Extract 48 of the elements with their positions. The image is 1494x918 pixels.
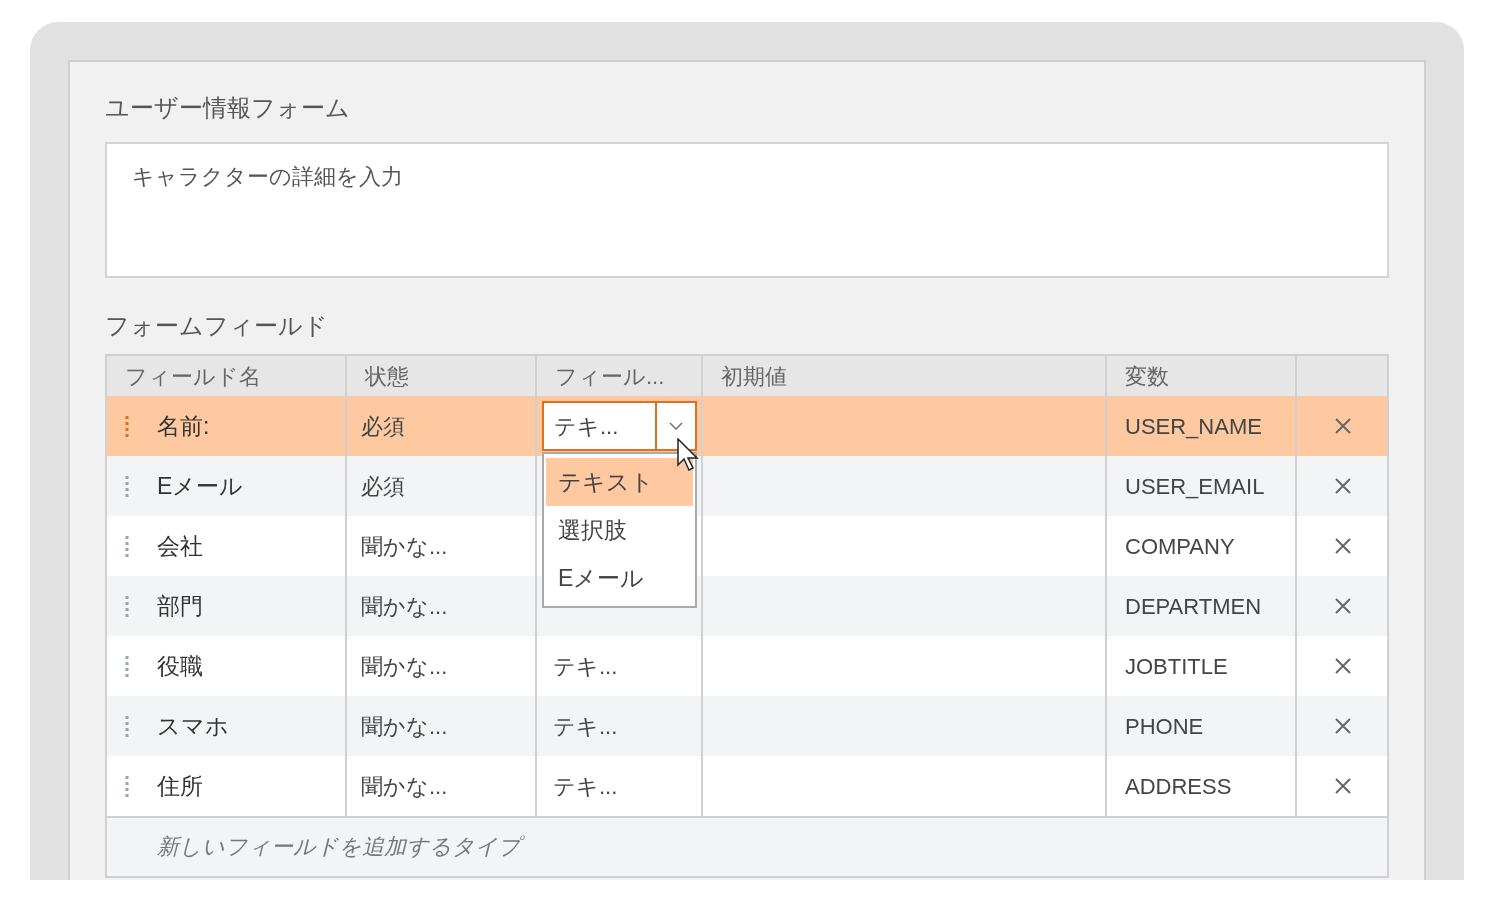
table-row[interactable]: スマホ 聞かな... テキ... PHONE: [107, 696, 1387, 756]
drag-handle-icon[interactable]: [125, 654, 129, 678]
column-header: 初期値: [721, 362, 787, 391]
status-text: 聞かな...: [361, 652, 448, 681]
variable-text: USER_EMAIL: [1125, 472, 1265, 501]
status-text: 必須: [361, 412, 405, 441]
column-header: 状態: [365, 362, 409, 391]
close-icon: [1335, 418, 1351, 434]
drag-handle-icon[interactable]: [125, 534, 129, 558]
field-name: 役職: [157, 651, 203, 681]
close-icon: [1335, 778, 1351, 794]
type-select[interactable]: テキ...: [542, 401, 697, 451]
drag-handle-icon[interactable]: [125, 474, 129, 498]
new-field-input[interactable]: 新しいフィールドを追加するタイプ: [107, 818, 1387, 876]
drag-handle-icon[interactable]: [125, 414, 129, 438]
drag-handle-icon[interactable]: [125, 774, 129, 798]
close-icon: [1335, 658, 1351, 674]
drag-handle-icon[interactable]: [125, 714, 129, 738]
status-text: 必須: [361, 472, 405, 501]
section-title: フォームフィールド: [105, 311, 329, 341]
type-text: テキ...: [553, 712, 618, 741]
field-name: 会社: [157, 531, 203, 561]
close-icon: [1335, 538, 1351, 554]
drag-handle-icon[interactable]: [125, 594, 129, 618]
dropdown-option[interactable]: テキスト: [546, 458, 693, 506]
variable-text: COMPANY: [1125, 532, 1235, 561]
field-name: 住所: [157, 771, 203, 801]
status-text: 聞かな...: [361, 772, 448, 801]
close-icon: [1335, 718, 1351, 734]
form-title: ユーザー情報フォーム: [105, 93, 351, 123]
status-text: 聞かな...: [361, 712, 448, 741]
variable-text: PHONE: [1125, 712, 1204, 741]
close-icon: [1335, 598, 1351, 614]
field-name: 名前:: [157, 411, 210, 441]
type-text: テキ...: [553, 652, 618, 681]
chevron-down-icon: [669, 422, 683, 430]
column-header: フィールド名: [125, 362, 261, 391]
column-header: フィール...: [555, 362, 665, 391]
variable-text: JOBTITLE: [1125, 652, 1228, 681]
variable-text: ADDRESS: [1125, 772, 1232, 801]
status-text: 聞かな...: [361, 532, 448, 561]
column-header: 変数: [1125, 362, 1169, 391]
variable-text: USER_NAME: [1125, 412, 1262, 441]
type-text: テキ...: [553, 772, 618, 801]
description-field[interactable]: キャラクターの詳細を入力: [105, 142, 1389, 278]
field-name: Eメール: [157, 471, 244, 501]
close-icon: [1335, 478, 1351, 494]
field-name: スマホ: [157, 711, 229, 741]
